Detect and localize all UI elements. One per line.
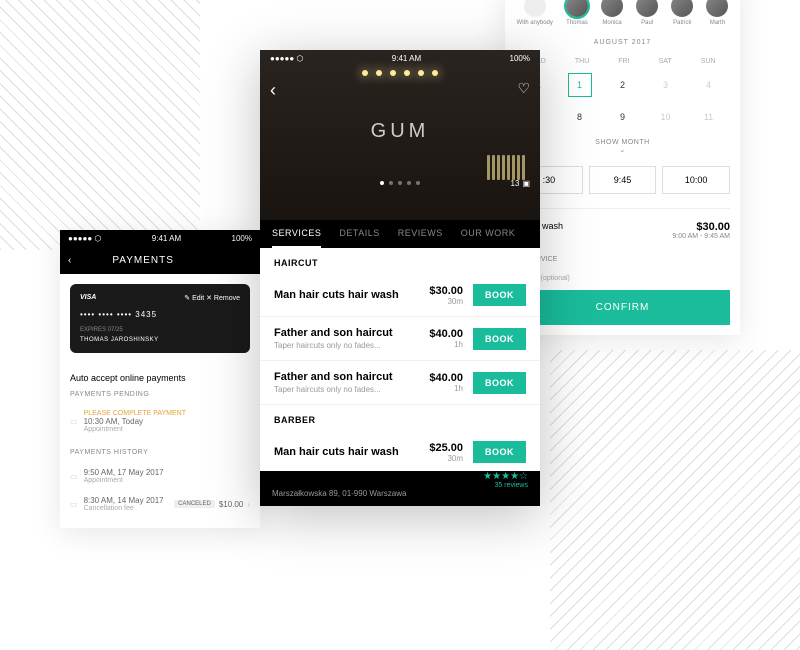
confirm-button[interactable]: CONFIRM (515, 290, 730, 325)
barber-screen: ●●●●● ⬡9:41 AM100% ‹ ♡ GUM 13▣ Barber Sh… (260, 50, 540, 506)
category-haircut: HAIRCUT (260, 248, 540, 274)
book-button[interactable]: BOOK (473, 441, 526, 463)
payment-alert: PLEASE COMPLETE PAYMENT (84, 410, 186, 417)
calendar-row: 31 1 2 3 4 (515, 69, 730, 101)
cal-day[interactable]: 3 (654, 73, 678, 97)
cal-day[interactable]: 4 (697, 73, 721, 97)
add-service[interactable]: ER SERVICE (515, 252, 730, 267)
cal-day[interactable]: 9 (611, 105, 635, 129)
chevron-down-icon: ⌄ (619, 147, 625, 154)
rating-stars: ★★★★☆ (483, 471, 528, 482)
time-slot[interactable]: 10:00 (662, 166, 730, 194)
booking-screen: With anybody Thomas Monica Paul Patrick … (505, 0, 740, 335)
staff-paul[interactable]: Paul (636, 0, 658, 26)
favorite-icon[interactable]: ♡ (517, 80, 530, 97)
payments-title: PAYMENTS (112, 255, 174, 266)
photo-count[interactable]: 13▣ (511, 179, 530, 188)
staff-thomas[interactable]: Thomas (566, 0, 588, 26)
card-icon: ▭ (70, 417, 78, 426)
carousel-dots[interactable] (380, 181, 420, 185)
card-expires: EXPIRES 07/25 (80, 327, 240, 333)
cal-day[interactable]: 10 (654, 105, 678, 129)
hero-image: ●●●●● ⬡9:41 AM100% ‹ ♡ GUM 13▣ (260, 50, 540, 220)
history-item[interactable]: ▭ 9:50 AM, 17 May 2017Appointment (70, 462, 250, 490)
card-number: •••• •••• •••• 3435 (80, 310, 240, 319)
remove-card[interactable]: ✕ Remove (206, 295, 240, 302)
show-month-toggle[interactable]: SHOW MONTH⌄ (515, 133, 730, 160)
cal-day[interactable]: 2 (611, 73, 635, 97)
tab-services[interactable]: SERVICES (272, 220, 321, 248)
calendar-row: 7 8 9 10 11 (515, 101, 730, 133)
chevron-right-icon: › (247, 500, 250, 509)
shop-name: Barber Shop Praga (272, 471, 406, 487)
service-row: Man hair cuts hair wash $30.0030m BOOK (260, 274, 540, 317)
card-icon: ▭ (70, 500, 78, 509)
credit-card[interactable]: VISA ✎ Edit ✕ Remove •••• •••• •••• 3435… (70, 284, 250, 353)
status-bar: ●●●●● ⬡9:41 AM100% (60, 230, 260, 247)
service-row: Man hair cuts hair wash $25.0030m BOOK (260, 431, 540, 474)
back-icon[interactable]: ‹ (270, 80, 276, 101)
edit-card[interactable]: ✎ Edit (184, 295, 204, 302)
summary-time: 9:00 AM - 9:45 AM (672, 233, 730, 240)
pending-label: PAYMENTS PENDING (70, 391, 250, 398)
staff-monica[interactable]: Monica (601, 0, 623, 26)
time-slot[interactable]: 9:45 (589, 166, 657, 194)
review-count[interactable]: 35 reviews (483, 482, 528, 489)
card-brand: VISA (80, 294, 96, 302)
book-button[interactable]: BOOK (473, 328, 526, 350)
month-label: AUGUST 2017 (515, 31, 730, 54)
staff-picker: With anybody Thomas Monica Paul Patrick … (515, 0, 730, 31)
card-holder: THOMAS JAROSHINSKY (80, 337, 240, 343)
history-item[interactable]: ▭ 8:30 AM, 14 May 2017Cancellation fee C… (70, 490, 250, 518)
tab-details[interactable]: DETAILS (339, 220, 379, 248)
book-button[interactable]: BOOK (473, 284, 526, 306)
history-label: PAYMENTS HISTORY (70, 449, 250, 456)
staff-marth[interactable]: Marth (706, 0, 728, 26)
status-bar: ●●●●● ⬡9:41 AM100% (260, 50, 540, 67)
staff-patrick[interactable]: Patrick (671, 0, 693, 26)
cal-day[interactable]: 11 (697, 105, 721, 129)
pending-payment[interactable]: ▭ PLEASE COMPLETE PAYMENT 10:30 AM, Toda… (70, 404, 250, 439)
service-row: Father and son haircutTaper haircuts onl… (260, 361, 540, 405)
summary-price: $30.00 (672, 221, 730, 233)
payments-screen: ●●●●● ⬡9:41 AM100% ‹ PAYMENTS VISA ✎ Edi… (60, 230, 260, 528)
tab-reviews[interactable]: REVIEWS (398, 220, 443, 248)
category-barber: BARBER (260, 405, 540, 431)
tab-our-work[interactable]: OUR WORK (461, 220, 516, 248)
shop-address: Marszałkowska 89, 01-990 Warszawa (272, 489, 406, 498)
cal-day-selected[interactable]: 1 (568, 73, 592, 97)
time-slots: :30 9:45 10:00 (515, 160, 730, 200)
business-note[interactable]: usiness (optional) (515, 267, 730, 290)
book-button[interactable]: BOOK (473, 372, 526, 394)
shop-sign: GUM (371, 120, 430, 143)
photo-icon: ▣ (522, 179, 530, 188)
service-row: Father and son haircutTaper haircuts onl… (260, 317, 540, 361)
booking-summary: ts hair wash $30.00 9:00 AM - 9:45 AM (515, 208, 730, 252)
canceled-badge: CANCELED (174, 500, 215, 508)
card-icon: ▭ (70, 472, 78, 481)
auto-accept[interactable]: Auto accept online payments (70, 373, 250, 391)
tabs: SERVICES DETAILS REVIEWS OUR WORK (260, 220, 540, 248)
back-icon[interactable]: ‹ (68, 255, 72, 266)
cal-day[interactable]: 8 (568, 105, 592, 129)
staff-any[interactable]: With anybody (517, 0, 553, 26)
payments-header: ‹ PAYMENTS (60, 247, 260, 274)
weekday-header: WEDTHUFRISATSUN (515, 54, 730, 69)
